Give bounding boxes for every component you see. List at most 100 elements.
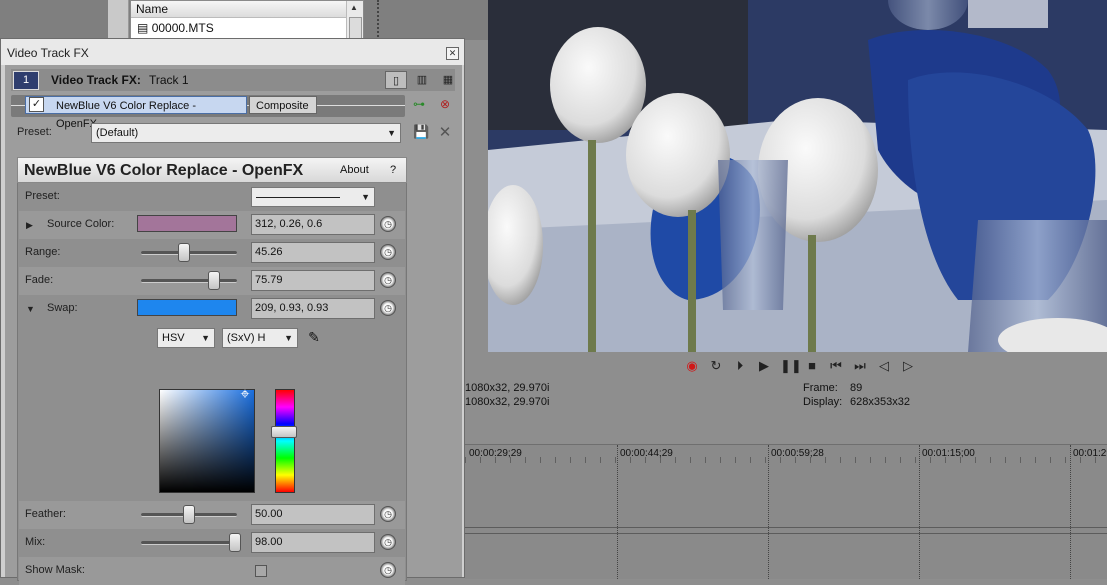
save-preset-icon[interactable]: 💾 [413, 124, 429, 140]
keyframe-icon[interactable]: ◷ [380, 244, 396, 260]
picker-crosshair-icon[interactable]: ⌖ [237, 387, 253, 403]
plugin-preset-dropdown[interactable]: ▼ [251, 187, 375, 207]
keyframe-icon[interactable]: ◷ [380, 216, 396, 232]
delete-preset-icon[interactable]: ✕ [437, 123, 453, 141]
play-icon[interactable]: ▶ [756, 358, 772, 374]
feather-value[interactable]: 50.00 [251, 504, 375, 525]
track-divider [465, 527, 1107, 528]
scroll-up-icon[interactable]: ▲ [349, 3, 359, 13]
fx-window-body: 1 Video Track FX: Track 1 ▯ ▥ ▦ NewBlue … [5, 65, 462, 585]
grid-view-icon[interactable]: ▦ [437, 71, 459, 89]
name-column-header[interactable]: Name [131, 1, 350, 18]
color-model-dropdown[interactable]: HSV ▼ [157, 328, 215, 348]
preview-frame-image [488, 0, 1107, 352]
swap-value[interactable]: 209, 0.93, 0.93 [251, 298, 375, 319]
pause-icon[interactable]: ❚❚ [780, 358, 802, 374]
source-color-swatch[interactable] [137, 215, 237, 232]
feather-label: Feather: [25, 508, 66, 520]
ruler-label: 00:00:29;29 [469, 448, 522, 459]
ruler-label: 00:00:44;29 [620, 448, 673, 459]
stop-icon[interactable]: ■ [804, 358, 820, 374]
param-source-color-row: ▶ Source Color: 312, 0.26, 0.6 ◷ [19, 211, 405, 239]
chain-plugin-color-replace[interactable]: NewBlue V6 Color Replace - OpenFX [25, 96, 247, 130]
mix-slider[interactable] [141, 541, 237, 545]
swap-label: Swap: [47, 302, 78, 314]
param-preset-label: Preset: [25, 190, 60, 202]
explorer-panel: Name ▤ 00000.MTS ▲ [0, 0, 488, 42]
keyframe-icon[interactable]: ◷ [380, 562, 396, 578]
swap-color-swatch[interactable] [137, 299, 237, 316]
chevron-down-icon: ▼ [387, 128, 396, 138]
keyframe-icon[interactable]: ◷ [380, 506, 396, 522]
show-mask-label: Show Mask: [25, 564, 85, 576]
ruler-label: 00:00:59;28 [771, 448, 824, 459]
play-from-start-icon[interactable]: ⏵ [732, 358, 748, 374]
single-view-icon[interactable]: ▯ [385, 71, 407, 89]
track-name: Track 1 [149, 73, 189, 87]
range-slider-thumb[interactable] [178, 243, 191, 262]
chain-plugin-composite[interactable]: Composite [249, 96, 317, 114]
window-titlebar[interactable]: Video Track FX ✕ [1, 39, 464, 65]
preset-line [256, 196, 340, 198]
source-color-value[interactable]: 312, 0.26, 0.6 [251, 214, 375, 235]
keyframe-icon[interactable]: ◷ [380, 534, 396, 550]
track-fx-label: Video Track FX: [51, 73, 141, 87]
hue-slider[interactable] [275, 389, 295, 493]
folder-tree[interactable] [108, 0, 129, 40]
saturation-value-picker[interactable] [159, 389, 255, 493]
scroll-thumb[interactable] [349, 17, 362, 39]
fade-slider[interactable] [141, 279, 237, 283]
ruler-marker [1070, 445, 1072, 579]
feather-slider-thumb[interactable] [183, 505, 195, 524]
frame-label: Frame: [803, 382, 838, 394]
ruler-label: 00:01:29 [1073, 448, 1107, 459]
ruler-marker [617, 445, 619, 579]
frame-value: 89 [850, 382, 863, 394]
file-list-scrollbar[interactable]: ▲ [346, 1, 363, 41]
plugin-enable-checkbox[interactable]: ✓ [29, 97, 44, 112]
hue-slider-thumb[interactable] [271, 426, 297, 438]
help-button[interactable]: ? [390, 164, 396, 176]
ruler-marker [919, 445, 921, 579]
next-frame-icon[interactable]: ▷ [900, 358, 916, 374]
param-fade-row: Fade: 75.79 ◷ [19, 267, 405, 295]
close-icon[interactable]: ✕ [446, 47, 459, 60]
about-button[interactable]: About [340, 164, 369, 176]
preset-dropdown[interactable]: (Default) ▼ [91, 123, 401, 143]
video-preview [488, 0, 1107, 352]
display-label: Display: [803, 396, 843, 408]
fade-slider-thumb[interactable] [207, 271, 220, 290]
loop-icon[interactable]: ↻ [708, 358, 724, 374]
color-model-value: HSV [162, 332, 185, 344]
param-swap-row: ▼ Swap: 209, 0.93, 0.93 ◷ [19, 295, 405, 323]
preset-label: Preset: [17, 126, 52, 138]
panel-splitter[interactable] [377, 0, 385, 40]
chevron-down-icon: ▼ [361, 192, 370, 202]
param-show-mask-row: Show Mask: ◷ [19, 557, 405, 585]
record-icon[interactable]: ◉ [684, 358, 700, 374]
expand-triangle-icon[interactable]: ▶ [26, 220, 33, 231]
remove-plugin-icon[interactable]: ⊗ [435, 97, 455, 115]
eyedropper-icon[interactable]: ✎ [306, 329, 322, 345]
show-mask-checkbox[interactable] [255, 565, 267, 577]
video-track-fx-window: Video Track FX ✕ 1 Video Track FX: Track… [0, 38, 465, 585]
split-view-icon[interactable]: ▥ [411, 71, 433, 89]
preset-dropdown-value: (Default) [96, 127, 139, 139]
file-item[interactable]: ▤ 00000.MTS [137, 21, 214, 35]
plugin-chain-icon[interactable]: ⊶ [409, 97, 429, 115]
go-to-end-icon[interactable]: ⏭ [852, 358, 868, 374]
mix-slider-thumb[interactable] [229, 533, 242, 552]
keyframe-icon[interactable]: ◷ [380, 300, 396, 316]
fade-value[interactable]: 75.79 [251, 270, 375, 291]
previous-frame-icon[interactable]: ◁ [876, 358, 892, 374]
range-value[interactable]: 45.26 [251, 242, 375, 263]
mix-value[interactable]: 98.00 [251, 532, 375, 553]
file-list[interactable]: Name ▤ 00000.MTS ▲ [130, 0, 364, 42]
color-mode-dropdown[interactable]: (SxV) H ▼ [222, 328, 298, 348]
keyframe-icon[interactable]: ◷ [380, 272, 396, 288]
collapse-triangle-icon[interactable]: ▼ [26, 304, 35, 314]
chevron-down-icon: ▼ [284, 333, 293, 343]
timeline[interactable]: 00:00:29;29 00:00:44;29 00:00:59;28 00:0… [465, 444, 1107, 579]
go-to-start-icon[interactable]: ⏮ [828, 358, 844, 374]
transport-bar: ◉ ↻ ⏵ ▶ ❚❚ ■ ⏮ ⏭ ◁ ▷ [488, 352, 1107, 380]
